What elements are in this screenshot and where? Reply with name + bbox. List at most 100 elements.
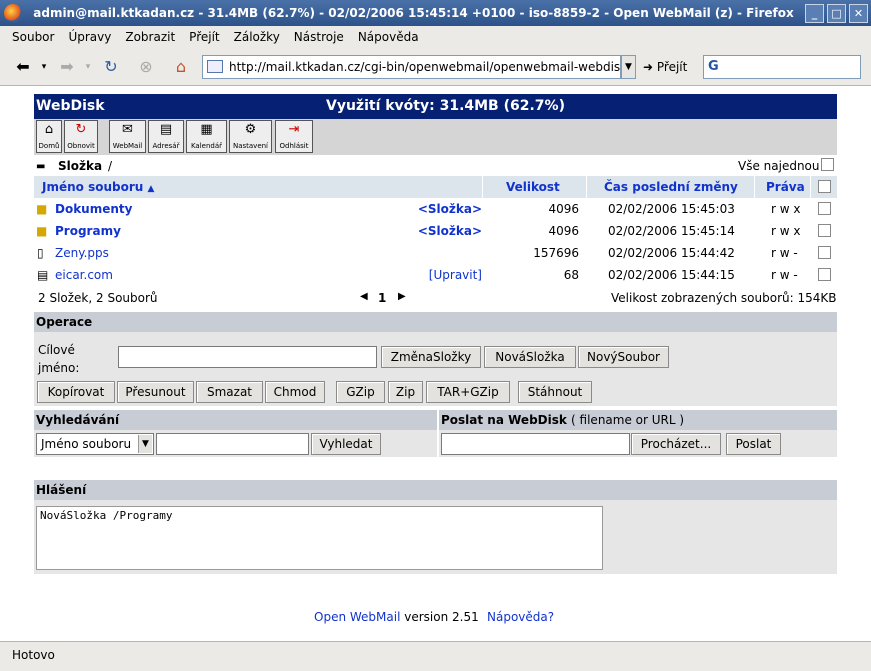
file-date: 02/02/2006 15:44:15 [608,268,735,282]
target-name-input[interactable] [118,346,377,368]
select-all-checkbox[interactable] [821,158,834,171]
dropdown-arrow-icon: ▼ [138,435,152,453]
maximize-button[interactable]: □ [827,3,846,23]
menu-zobrazit[interactable]: Zobrazit [125,30,175,44]
home-button-label: Domů [38,142,60,150]
file-perm: r w - [771,268,798,282]
search-input[interactable] [156,433,309,455]
search-box[interactable]: G [703,55,861,79]
menu-bar: Soubor Úpravy Zobrazit Přejít Záložky Ná… [0,26,871,48]
settings-button[interactable]: ⚙ Nastavení [229,120,272,153]
row-checkbox[interactable] [818,202,831,215]
home-button[interactable]: ⌂ Domů [36,120,62,153]
google-icon: G [708,59,719,74]
page-content: WebDisk Využití kvóty: 31.4MB (62.7%) ⌂ D… [0,86,871,641]
webmail-button[interactable]: ✉ WebMail [109,120,146,153]
file-name-link[interactable]: eicar.com [55,264,113,286]
file-name-link[interactable]: Programy [55,220,121,242]
addressbook-button[interactable]: ▤ Adresář [148,120,184,153]
minimize-button[interactable]: _ [805,3,824,23]
row-checkbox[interactable] [818,224,831,237]
footer-version: version 2.51 [404,610,479,624]
upload-file-input[interactable] [441,433,630,455]
drive-icon: ▬ [36,161,46,172]
row-checkbox[interactable] [818,268,831,281]
send-button[interactable]: Poslat [726,433,781,455]
reload-icon[interactable]: ↻ [98,56,124,78]
file-name-link[interactable]: Dokumenty [55,198,132,220]
chmod-button[interactable]: Chmod [265,381,325,403]
webmail-button-label: WebMail [112,142,143,150]
copy-button[interactable]: Kopírovat [37,381,115,403]
document-icon: ▯ [37,246,44,260]
upload-title: Poslat na WebDisk [441,413,567,427]
footer-app-link[interactable]: Open WebMail [314,610,400,624]
messages-textarea[interactable]: NováSložka /Programy [36,506,603,570]
browse-button[interactable]: Procházet... [631,433,721,455]
folder-label: Složka [58,159,103,173]
delete-button[interactable]: Smazat [196,381,263,403]
go-button[interactable]: ➜ Přejít [643,57,687,77]
upload-hint: ( filename or URL ) [571,413,685,427]
search-field-select[interactable]: Jméno souboru ▼ [36,433,154,455]
menu-zalozky[interactable]: Záložky [234,30,280,44]
folder-path[interactable]: / [108,159,112,173]
operations-header: Operace [34,312,837,332]
menu-prejit[interactable]: Přejít [189,30,219,44]
new-folder-button[interactable]: NováSložka [484,346,576,368]
url-history-dropdown[interactable]: ▼ [621,55,636,79]
file-action-link[interactable]: <Složka> [418,198,482,220]
file-name-link[interactable]: Zeny.pps [55,242,109,264]
table-row: ■ Programy <Složka> 4096 02/02/2006 15:4… [34,220,837,242]
row-checkbox[interactable] [818,246,831,259]
search-button[interactable]: Vyhledat [311,433,381,455]
file-action-link[interactable]: <Složka> [418,220,482,242]
gzip-button[interactable]: GZip [336,381,385,403]
header-checkbox[interactable] [818,180,831,193]
home-icon: ⌂ [44,122,54,137]
file-summary: 2 Složek, 2 Souborů [38,291,158,305]
zip-button[interactable]: Zip [388,381,423,403]
back-icon[interactable]: ⬅ [12,56,34,78]
prev-page-icon[interactable]: ◀ [360,291,368,302]
column-size-header[interactable]: Velikost [506,176,560,198]
url-text: http://mail.ktkadan.cz/cgi-bin/openwebma… [229,60,621,74]
menu-soubor[interactable]: Soubor [12,30,54,44]
window-titlebar: admin@mail.ktkadan.cz - 31.4MB (62.7%) -… [0,0,871,26]
search-select-value: Jméno souboru [41,437,132,451]
column-date-header[interactable]: Čas poslední změny [604,176,738,198]
column-name-header[interactable]: Jméno souboru ▲ [42,176,154,198]
tar-gzip-button[interactable]: TAR+GZip [426,381,510,403]
page-mail-icon [207,60,223,73]
table-row: ■ Dokumenty <Složka> 4096 02/02/2006 15:… [34,198,837,220]
download-button[interactable]: Stáhnout [518,381,592,403]
calendar-button-label: Kalendář [190,142,223,150]
stop-icon[interactable]: ⊗ [134,56,158,78]
menu-upravy[interactable]: Úpravy [68,30,111,44]
mail-icon: ✉ [122,122,133,137]
logout-button-label: Odhlásit [279,142,309,150]
file-date: 02/02/2006 15:44:42 [608,246,735,260]
move-button[interactable]: Přesunout [117,381,194,403]
menu-nastroje[interactable]: Nástroje [294,30,344,44]
sort-asc-icon: ▲ [147,184,155,194]
page-number: 1 [378,291,387,305]
forward-icon[interactable]: ➡ [56,56,78,78]
menu-napoveda[interactable]: Nápověda [358,30,419,44]
back-dropdown-icon[interactable]: ▾ [38,56,50,78]
home-icon[interactable]: ⌂ [168,56,194,78]
next-page-icon[interactable]: ▶ [398,291,406,302]
folder-icon: ■ [36,202,48,216]
file-action-link[interactable]: [Upravit] [429,264,482,286]
logout-button[interactable]: ⇥ Odhlásit [275,120,313,153]
close-button[interactable]: ✕ [849,3,868,23]
change-folder-button[interactable]: ZměnaSložky [381,346,481,368]
column-perm-header[interactable]: Práva [766,176,805,198]
url-bar[interactable]: http://mail.ktkadan.cz/cgi-bin/openwebma… [202,55,621,79]
forward-dropdown-icon[interactable]: ▾ [82,56,94,78]
file-perm: r w - [771,246,798,260]
refresh-button[interactable]: ↻ Obnovit [64,120,98,153]
footer-help-link[interactable]: Nápověda? [487,610,554,624]
new-file-button[interactable]: NovýSoubor [578,346,669,368]
calendar-button[interactable]: ▦ Kalendář [186,120,227,153]
